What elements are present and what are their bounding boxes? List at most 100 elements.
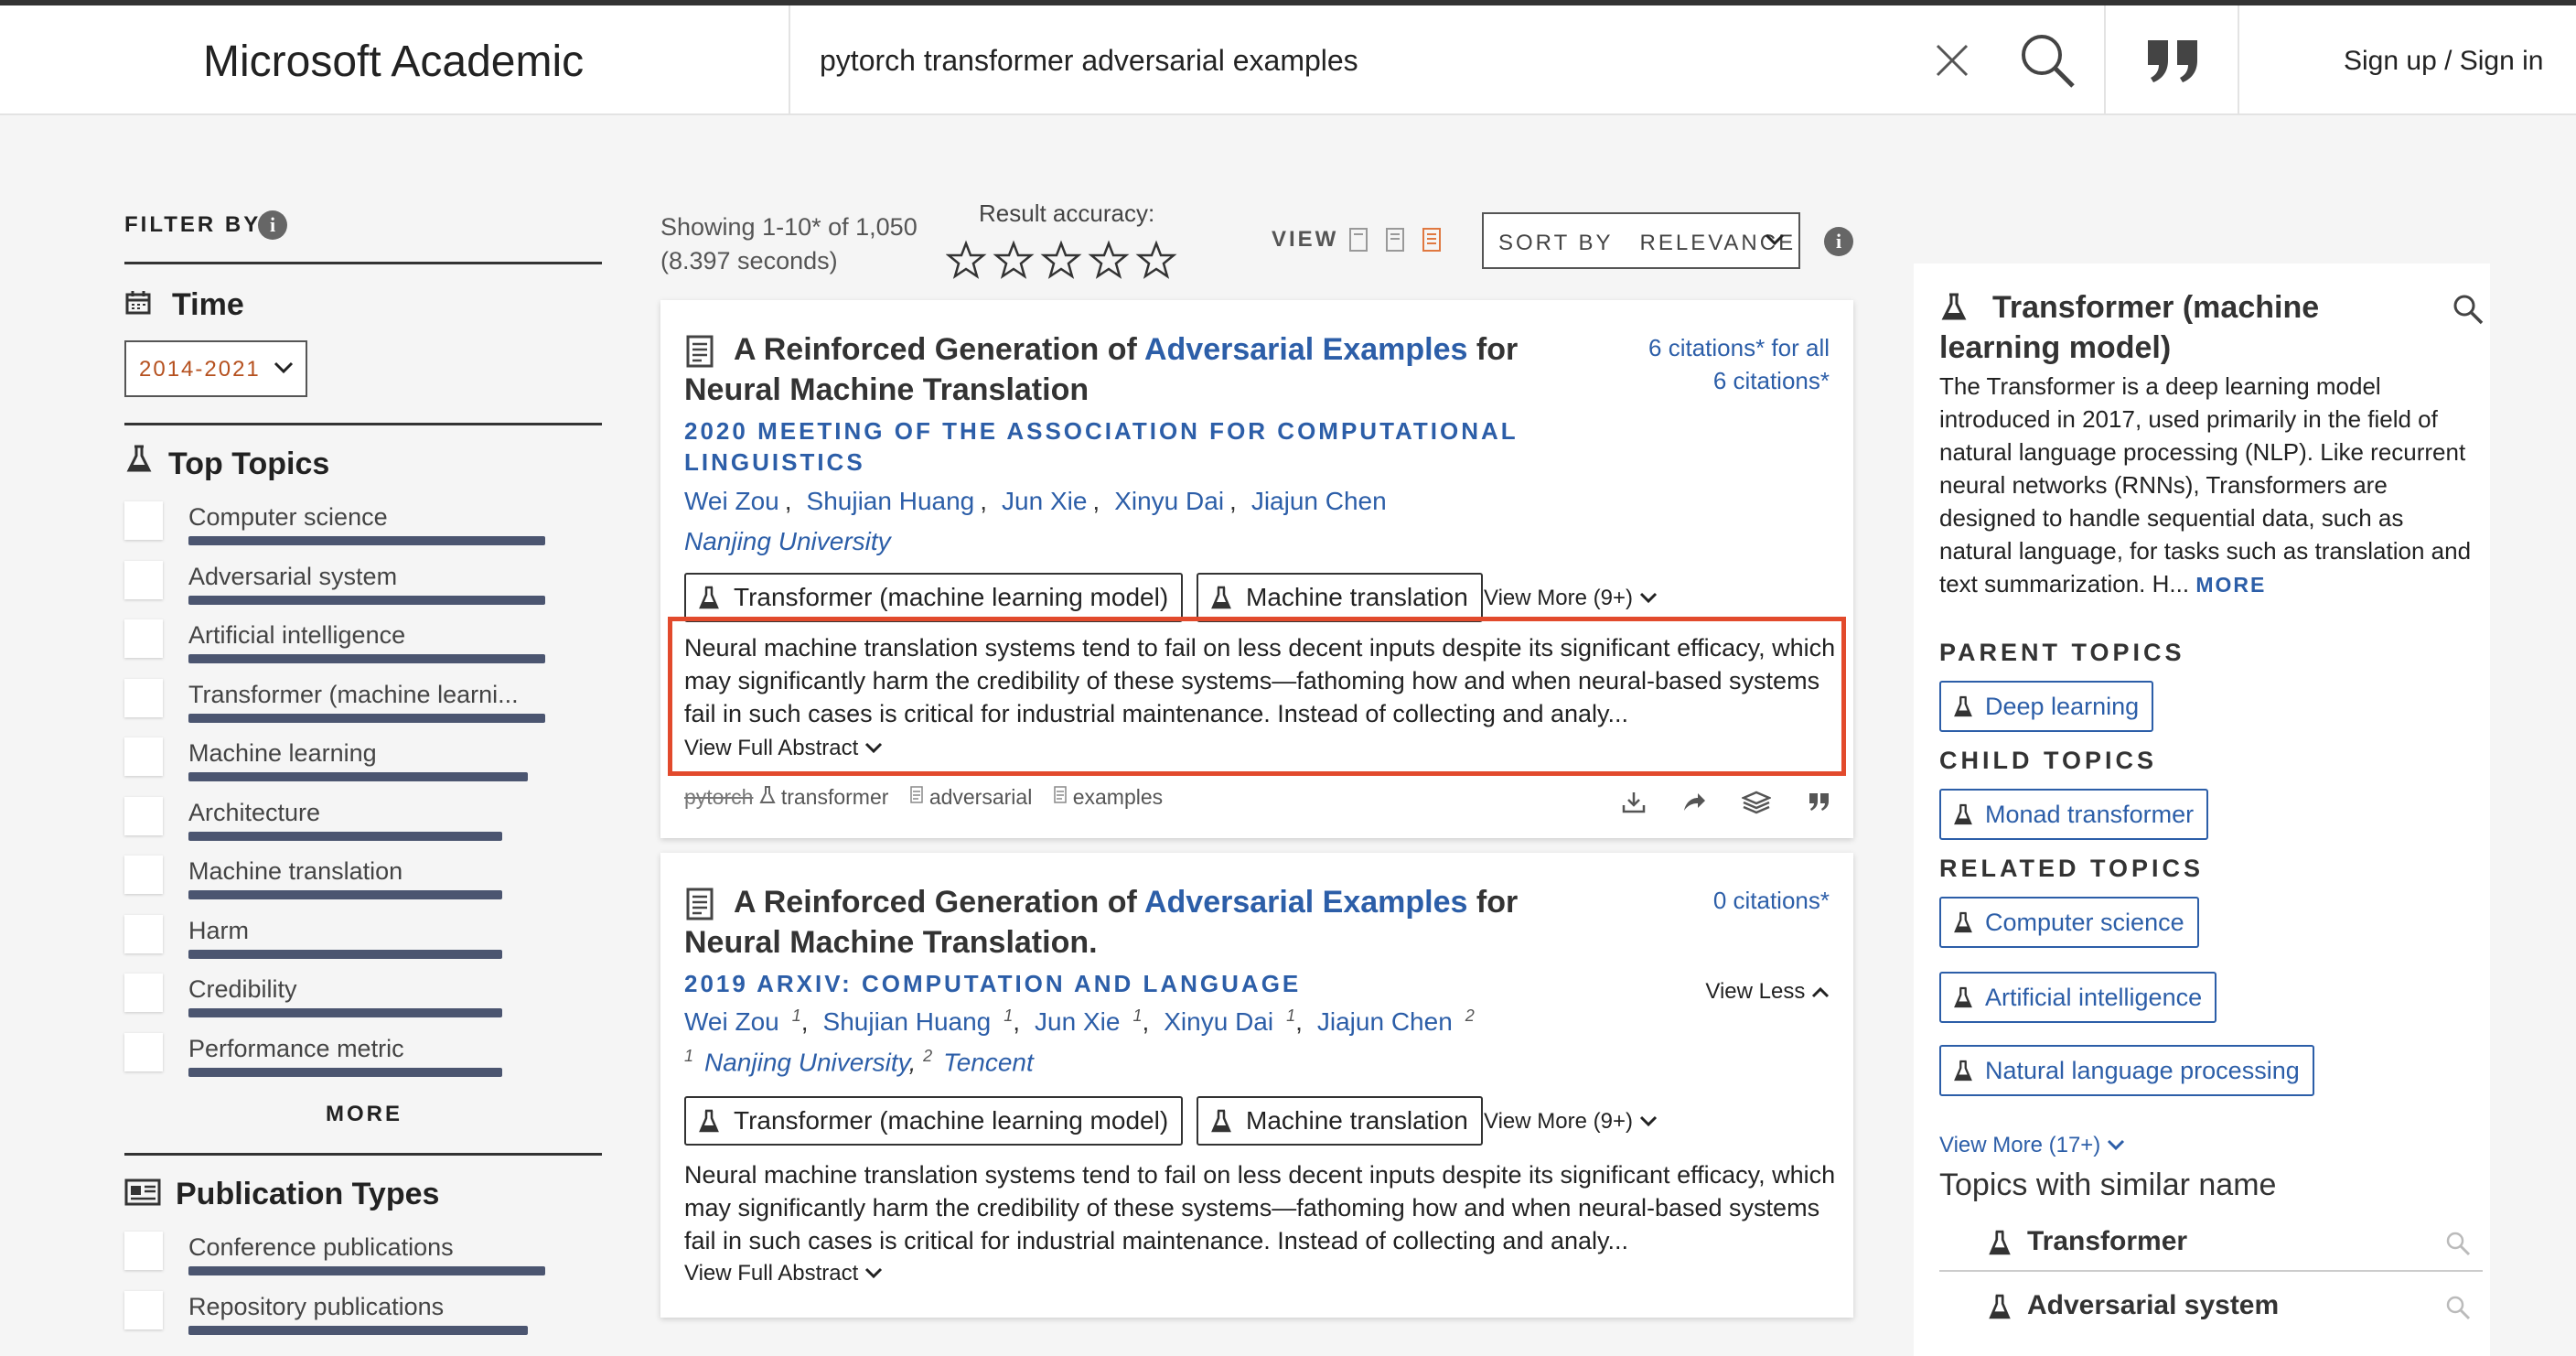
info-icon[interactable]: i <box>258 210 287 240</box>
view-less-button[interactable]: View Less <box>1705 979 1830 1005</box>
filter-checkbox[interactable] <box>124 737 163 776</box>
related-topic-chip[interactable]: Natural language processing <box>1939 1045 2314 1096</box>
filter-option[interactable]: Machine learning <box>124 732 609 791</box>
author-link[interactable]: Jiajun Chen <box>1251 487 1387 515</box>
author-link[interactable]: Wei Zou <box>684 1007 779 1036</box>
flask-icon <box>1954 695 1972 717</box>
brand-logo[interactable]: Microsoft Academic <box>203 37 584 87</box>
search-icon[interactable] <box>2444 1294 2472 1321</box>
compact-view-icon[interactable] <box>1348 227 1368 253</box>
filter-option[interactable]: Conference publications <box>124 1226 609 1285</box>
filter-option[interactable]: Adversarial system <box>124 555 609 614</box>
topic-chip[interactable]: Machine translation <box>1197 1096 1483 1146</box>
citation-count[interactable]: 6 citations* for all 6 citations* <box>1648 331 1830 397</box>
parent-topic-chip[interactable]: Deep learning <box>1939 681 2154 732</box>
topic-title[interactable]: Transformer (machine learning model) <box>1939 287 2415 368</box>
topic-chip[interactable]: Machine translation <box>1197 573 1483 622</box>
affiliation-link[interactable]: Nanjing University <box>684 527 891 556</box>
venue-link[interactable]: 2020 MEETING OF THE ASSOCIATION FOR COMP… <box>684 415 1544 478</box>
author-link[interactable]: Xinyu Dai <box>1164 1007 1273 1036</box>
paper-title[interactable]: A Reinforced Generation of Adversarial E… <box>684 329 1526 410</box>
star-icon[interactable] <box>1135 240 1177 279</box>
frequency-bar-track <box>188 1325 545 1335</box>
view-full-abstract[interactable]: View Full Abstract <box>684 1261 883 1286</box>
result-card: A Reinforced Generation of Adversarial E… <box>660 300 1853 838</box>
filter-option[interactable]: Harm <box>124 909 609 968</box>
filter-option[interactable]: Machine translation <box>124 850 609 909</box>
star-icon[interactable] <box>946 240 987 279</box>
sort-info-icon[interactable]: i <box>1824 227 1853 256</box>
normal-view-icon[interactable] <box>1385 227 1405 253</box>
frequency-bar <box>188 890 503 899</box>
paper-icon <box>910 786 923 803</box>
filter-checkbox[interactable] <box>124 678 163 717</box>
filter-option[interactable]: Performance metric <box>124 1028 609 1086</box>
star-icon[interactable] <box>1088 240 1130 279</box>
similar-topic-item[interactable]: Adversarial system <box>1939 1279 2483 1341</box>
filter-option[interactable]: Repository publications <box>124 1286 609 1344</box>
filter-checkbox[interactable] <box>124 914 163 953</box>
filter-label: Performance metric <box>188 1034 404 1062</box>
download-icon[interactable] <box>1621 791 1647 814</box>
sign-in-link[interactable]: Sign up / Sign in <box>2344 46 2543 77</box>
library-stack-icon[interactable] <box>1742 791 1771 814</box>
related-topic-chip[interactable]: Computer science <box>1939 897 2199 948</box>
author-link[interactable]: Shujian Huang <box>807 487 975 515</box>
sort-dropdown[interactable]: SORT BY RELEVANCE <box>1482 212 1800 269</box>
search-button[interactable] <box>2016 29 2080 93</box>
view-more-topics[interactable]: View More (9+) <box>1484 1109 1658 1135</box>
topic-chip[interactable]: Transformer (machine learning model) <box>684 573 1184 622</box>
frequency-bar-track <box>188 890 545 899</box>
filter-checkbox[interactable] <box>124 1290 163 1329</box>
more-description-link[interactable]: MORE <box>2195 573 2266 597</box>
filter-checkbox[interactable] <box>124 1032 163 1071</box>
author-link[interactable]: Jun Xie <box>1035 1007 1120 1036</box>
clear-search-button[interactable] <box>1925 33 1980 88</box>
search-icon[interactable] <box>2444 1230 2472 1257</box>
quote-icon[interactable] <box>1808 791 1831 813</box>
cite-button[interactable] <box>2144 33 2203 88</box>
share-icon[interactable] <box>1681 791 1707 814</box>
filter-checkbox[interactable] <box>124 856 163 894</box>
author-link[interactable]: Jun Xie <box>1002 487 1087 515</box>
filter-checkbox[interactable] <box>124 501 163 540</box>
chevron-down-icon <box>274 361 294 374</box>
accuracy-rating[interactable] <box>946 240 1184 282</box>
search-icon[interactable] <box>2452 293 2485 326</box>
venue-link[interactable]: 2019 ARXIV: COMPUTATION AND LANGUAGE <box>684 968 1544 999</box>
view-more-related[interactable]: View More (17+) <box>1939 1133 2125 1158</box>
view-more-topics[interactable]: View More (9+) <box>1484 586 1658 611</box>
more-topics-button[interactable]: MORE <box>326 1102 402 1127</box>
filter-option[interactable]: Credibility <box>124 968 609 1027</box>
filter-option[interactable]: Computer science <box>124 496 609 554</box>
filter-option[interactable]: Transformer (machine learni... <box>124 673 609 732</box>
filter-checkbox[interactable] <box>124 619 163 658</box>
filter-option[interactable]: Artificial intelligence <box>124 614 609 673</box>
affiliation-link[interactable]: Tencent <box>943 1048 1034 1076</box>
paper-title[interactable]: A Reinforced Generation of Adversarial E… <box>684 882 1526 963</box>
filter-checkbox[interactable] <box>124 560 163 599</box>
detailed-view-icon[interactable] <box>1422 227 1442 253</box>
author-link[interactable]: Xinyu Dai <box>1114 487 1224 515</box>
author-link[interactable]: Jiajun Chen <box>1317 1007 1453 1036</box>
topic-chip[interactable]: Transformer (machine learning model) <box>684 1096 1184 1146</box>
author-link[interactable]: Wei Zou <box>684 487 779 515</box>
similar-topic-item[interactable]: Transformer <box>1939 1215 2483 1277</box>
related-topic-chip[interactable]: Artificial intelligence <box>1939 972 2217 1023</box>
child-topics-heading: CHILD TOPICS <box>1939 747 2158 774</box>
filter-checkbox[interactable] <box>124 796 163 835</box>
citation-count[interactable]: 0 citations* <box>1713 884 1830 917</box>
author-link[interactable]: Shujian Huang <box>823 1007 992 1036</box>
child-topic-chip[interactable]: Monad transformer <box>1939 789 2209 840</box>
star-icon[interactable] <box>993 240 1035 279</box>
time-range-select[interactable]: 2014-2021 <box>124 340 307 397</box>
star-icon[interactable] <box>1040 240 1082 279</box>
filter-checkbox[interactable] <box>124 974 163 1012</box>
frequency-bar-track <box>188 654 545 663</box>
filter-option[interactable]: Architecture <box>124 791 609 850</box>
filter-checkbox[interactable] <box>124 1232 163 1270</box>
frequency-bar <box>188 1008 503 1017</box>
affiliation-link[interactable]: Nanjing University <box>704 1048 909 1076</box>
search-input[interactable] <box>820 38 1872 82</box>
filter-by-label: FILTER BY: <box>124 212 270 237</box>
